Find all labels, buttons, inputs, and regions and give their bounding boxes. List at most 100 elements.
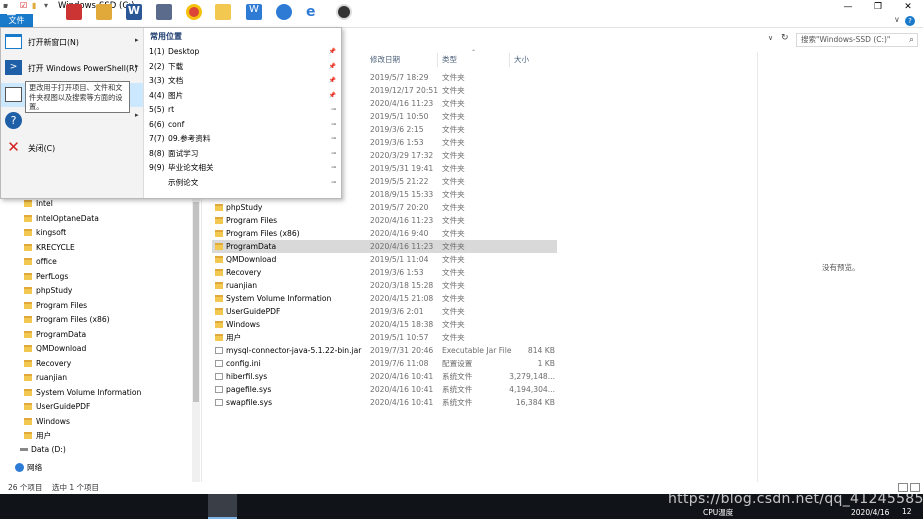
table-row[interactable]: swapfile.sys 2020/4/16 10:41 系统文件 16,384 KB: [212, 396, 557, 409]
column-size[interactable]: 大小: [514, 53, 529, 67]
nav-item-folder[interactable]: System Volume Information: [24, 386, 141, 399]
recent-place-item[interactable]: 4(4) 图片 📌: [149, 89, 339, 103]
table-row[interactable]: ruanjian 2020/3/18 15:28 文件夹: [212, 279, 557, 292]
recent-place-item[interactable]: 5(5) rt ⊸: [149, 103, 339, 117]
nav-item-folder[interactable]: UserGuidePDF: [24, 400, 91, 413]
search-input[interactable]: 搜索"Windows-SSD (C:)" ⌕: [796, 33, 918, 47]
unpinned-icon[interactable]: ⊸: [331, 132, 336, 146]
row-modified: 2019/3/6 2:15: [370, 125, 424, 134]
notification-badge[interactable]: 12: [902, 507, 912, 516]
table-row[interactable]: Windows 2020/4/15 18:38 文件夹: [212, 318, 557, 331]
table-row[interactable]: pagefile.sys 2020/4/16 10:41 系统文件 4,194,304…: [212, 383, 557, 396]
table-row[interactable]: phpStudy 2019/5/7 20:20 文件夹: [212, 201, 557, 214]
column-divider[interactable]: [509, 53, 510, 67]
row-modified: 2020/3/29 17:32: [370, 151, 434, 160]
recent-place-item[interactable]: 1(1) Desktop 📌: [149, 45, 339, 59]
nav-item-label: Data (D:): [31, 445, 66, 454]
unpinned-icon[interactable]: ⊸: [331, 103, 336, 117]
refresh-icon[interactable]: ↻: [781, 33, 789, 43]
close-window-button[interactable]: ✕: [893, 0, 923, 14]
recent-place-item[interactable]: 7(7) 09.参考资料 ⊸: [149, 132, 339, 146]
nav-item-folder[interactable]: KRECYCLE: [24, 241, 75, 254]
nav-item-folder[interactable]: ruanjian: [24, 371, 67, 384]
recent-place-item[interactable]: 8(8) 面试学习 ⊸: [149, 147, 339, 161]
recent-place-item[interactable]: 示例论文 ⊸: [149, 176, 339, 190]
nav-item-network[interactable]: 网络: [15, 461, 42, 474]
nav-item-folder[interactable]: office: [24, 255, 57, 268]
task-view-icon[interactable]: ⧉: [36, 4, 52, 20]
help-icon[interactable]: ?: [905, 16, 915, 26]
unpinned-icon[interactable]: ⊸: [331, 161, 336, 175]
table-row[interactable]: Recovery 2019/3/6 1:53 文件夹: [212, 266, 557, 279]
table-row[interactable]: 用户 2019/5/1 10:57 文件夹: [212, 331, 557, 344]
nav-item-folder[interactable]: QMDownload: [24, 342, 86, 355]
wps-icon[interactable]: W: [246, 4, 262, 20]
cpu-temp-label[interactable]: CPU温度: [703, 507, 733, 518]
preview-divider[interactable]: [757, 52, 758, 482]
menu-item-new-window[interactable]: 打开新窗口(N) ▸: [1, 30, 143, 54]
table-row[interactable]: Program Files (x86) 2020/4/16 9:40 文件夹: [212, 227, 557, 240]
column-divider[interactable]: [437, 53, 438, 67]
column-type[interactable]: 类型: [442, 53, 457, 67]
nav-item-folder[interactable]: 用户: [24, 429, 51, 442]
nav-item-folder[interactable]: IntelOptaneData: [24, 212, 99, 225]
word-icon[interactable]: W: [126, 4, 142, 20]
chrome-icon[interactable]: [186, 4, 202, 20]
menu-item-powershell[interactable]: > 打开 Windows PowerShell(R) ▸: [1, 56, 143, 80]
table-row[interactable]: QMDownload 2019/5/1 11:04 文件夹: [212, 253, 557, 266]
column-modified[interactable]: 修改日期: [370, 53, 400, 67]
app-icon-4[interactable]: [276, 4, 292, 20]
table-row[interactable]: System Volume Information 2020/4/15 21:08…: [212, 292, 557, 305]
row-type: 文件夹: [442, 203, 465, 212]
clock-date[interactable]: 2020/4/16: [851, 508, 889, 517]
minimize-button[interactable]: —: [833, 0, 863, 14]
app-icon-2[interactable]: [96, 4, 112, 20]
pinned-icon[interactable]: 📌: [329, 45, 336, 59]
recent-place-item[interactable]: 2(2) 下载 📌: [149, 60, 339, 74]
expand-ribbon-icon[interactable]: ∨: [894, 15, 900, 24]
search-icon[interactable]: ⌕: [909, 34, 914, 46]
row-type: 文件夹: [442, 294, 465, 303]
preview-message: 没有预览。: [822, 263, 860, 272]
unpinned-icon[interactable]: ⊸: [331, 147, 336, 161]
nav-item-label: UserGuidePDF: [36, 402, 91, 411]
nav-item-folder[interactable]: Recovery: [24, 357, 71, 370]
pinned-icon[interactable]: 📌: [329, 89, 336, 103]
nav-item-folder[interactable]: Program Files: [24, 299, 87, 312]
ie-icon[interactable]: e: [306, 4, 322, 20]
app-icon-5[interactable]: [336, 4, 352, 20]
menu-item-close[interactable]: ✕ 关闭(C): [1, 136, 143, 160]
start-windows-icon[interactable]: ⊞: [6, 4, 22, 20]
row-type: 文件夹: [442, 268, 465, 277]
table-row[interactable]: UserGuidePDF 2019/3/6 2:01 文件夹: [212, 305, 557, 318]
unpinned-icon[interactable]: ⊸: [331, 176, 336, 190]
table-row[interactable]: ProgramData 2020/4/16 11:23 文件夹: [212, 240, 557, 253]
recent-place-label: 示例论文: [168, 177, 199, 187]
pinned-icon[interactable]: 📌: [329, 60, 336, 74]
app-icon-1[interactable]: [66, 4, 82, 20]
folder-icon: [24, 359, 32, 367]
file-explorer-icon[interactable]: [215, 4, 231, 20]
pinned-icon[interactable]: 📌: [329, 74, 336, 88]
nav-item-folder[interactable]: ProgramData: [24, 328, 86, 341]
nav-item-drive-d[interactable]: Data (D:): [20, 443, 66, 456]
nav-scroll-thumb[interactable]: [193, 202, 199, 402]
nav-item-folder[interactable]: Program Files (x86): [24, 313, 110, 326]
recent-place-item[interactable]: 3(3) 文档 📌: [149, 74, 339, 88]
table-row[interactable]: mysql-connector-java-5.1.22-bin.jar 2019/…: [212, 344, 557, 357]
nav-item-folder[interactable]: phpStudy: [24, 284, 72, 297]
table-row[interactable]: Program Files 2020/4/16 11:23 文件夹: [212, 214, 557, 227]
app-icon-3[interactable]: [156, 4, 172, 20]
address-dropdown-icon[interactable]: ∨: [768, 34, 773, 42]
table-row[interactable]: hiberfil.sys 2020/4/16 10:41 系统文件 3,279,148…: [212, 370, 557, 383]
recent-place-item[interactable]: 9(9) 毕业论文相关 ⊸: [149, 161, 339, 175]
recent-place-number: 7(7): [149, 134, 165, 143]
unpinned-icon[interactable]: ⊸: [331, 118, 336, 132]
recent-place-item[interactable]: 6(6) conf ⊸: [149, 118, 339, 132]
maximize-button[interactable]: ❐: [863, 0, 893, 14]
nav-item-folder[interactable]: PerfLogs: [24, 270, 68, 283]
nav-item-folder[interactable]: kingsoft: [24, 226, 67, 239]
nav-item-label: kingsoft: [36, 228, 67, 237]
table-row[interactable]: config.ini 2019/7/6 11:08 配置设置 1 KB: [212, 357, 557, 370]
nav-item-folder[interactable]: Windows: [24, 415, 70, 428]
